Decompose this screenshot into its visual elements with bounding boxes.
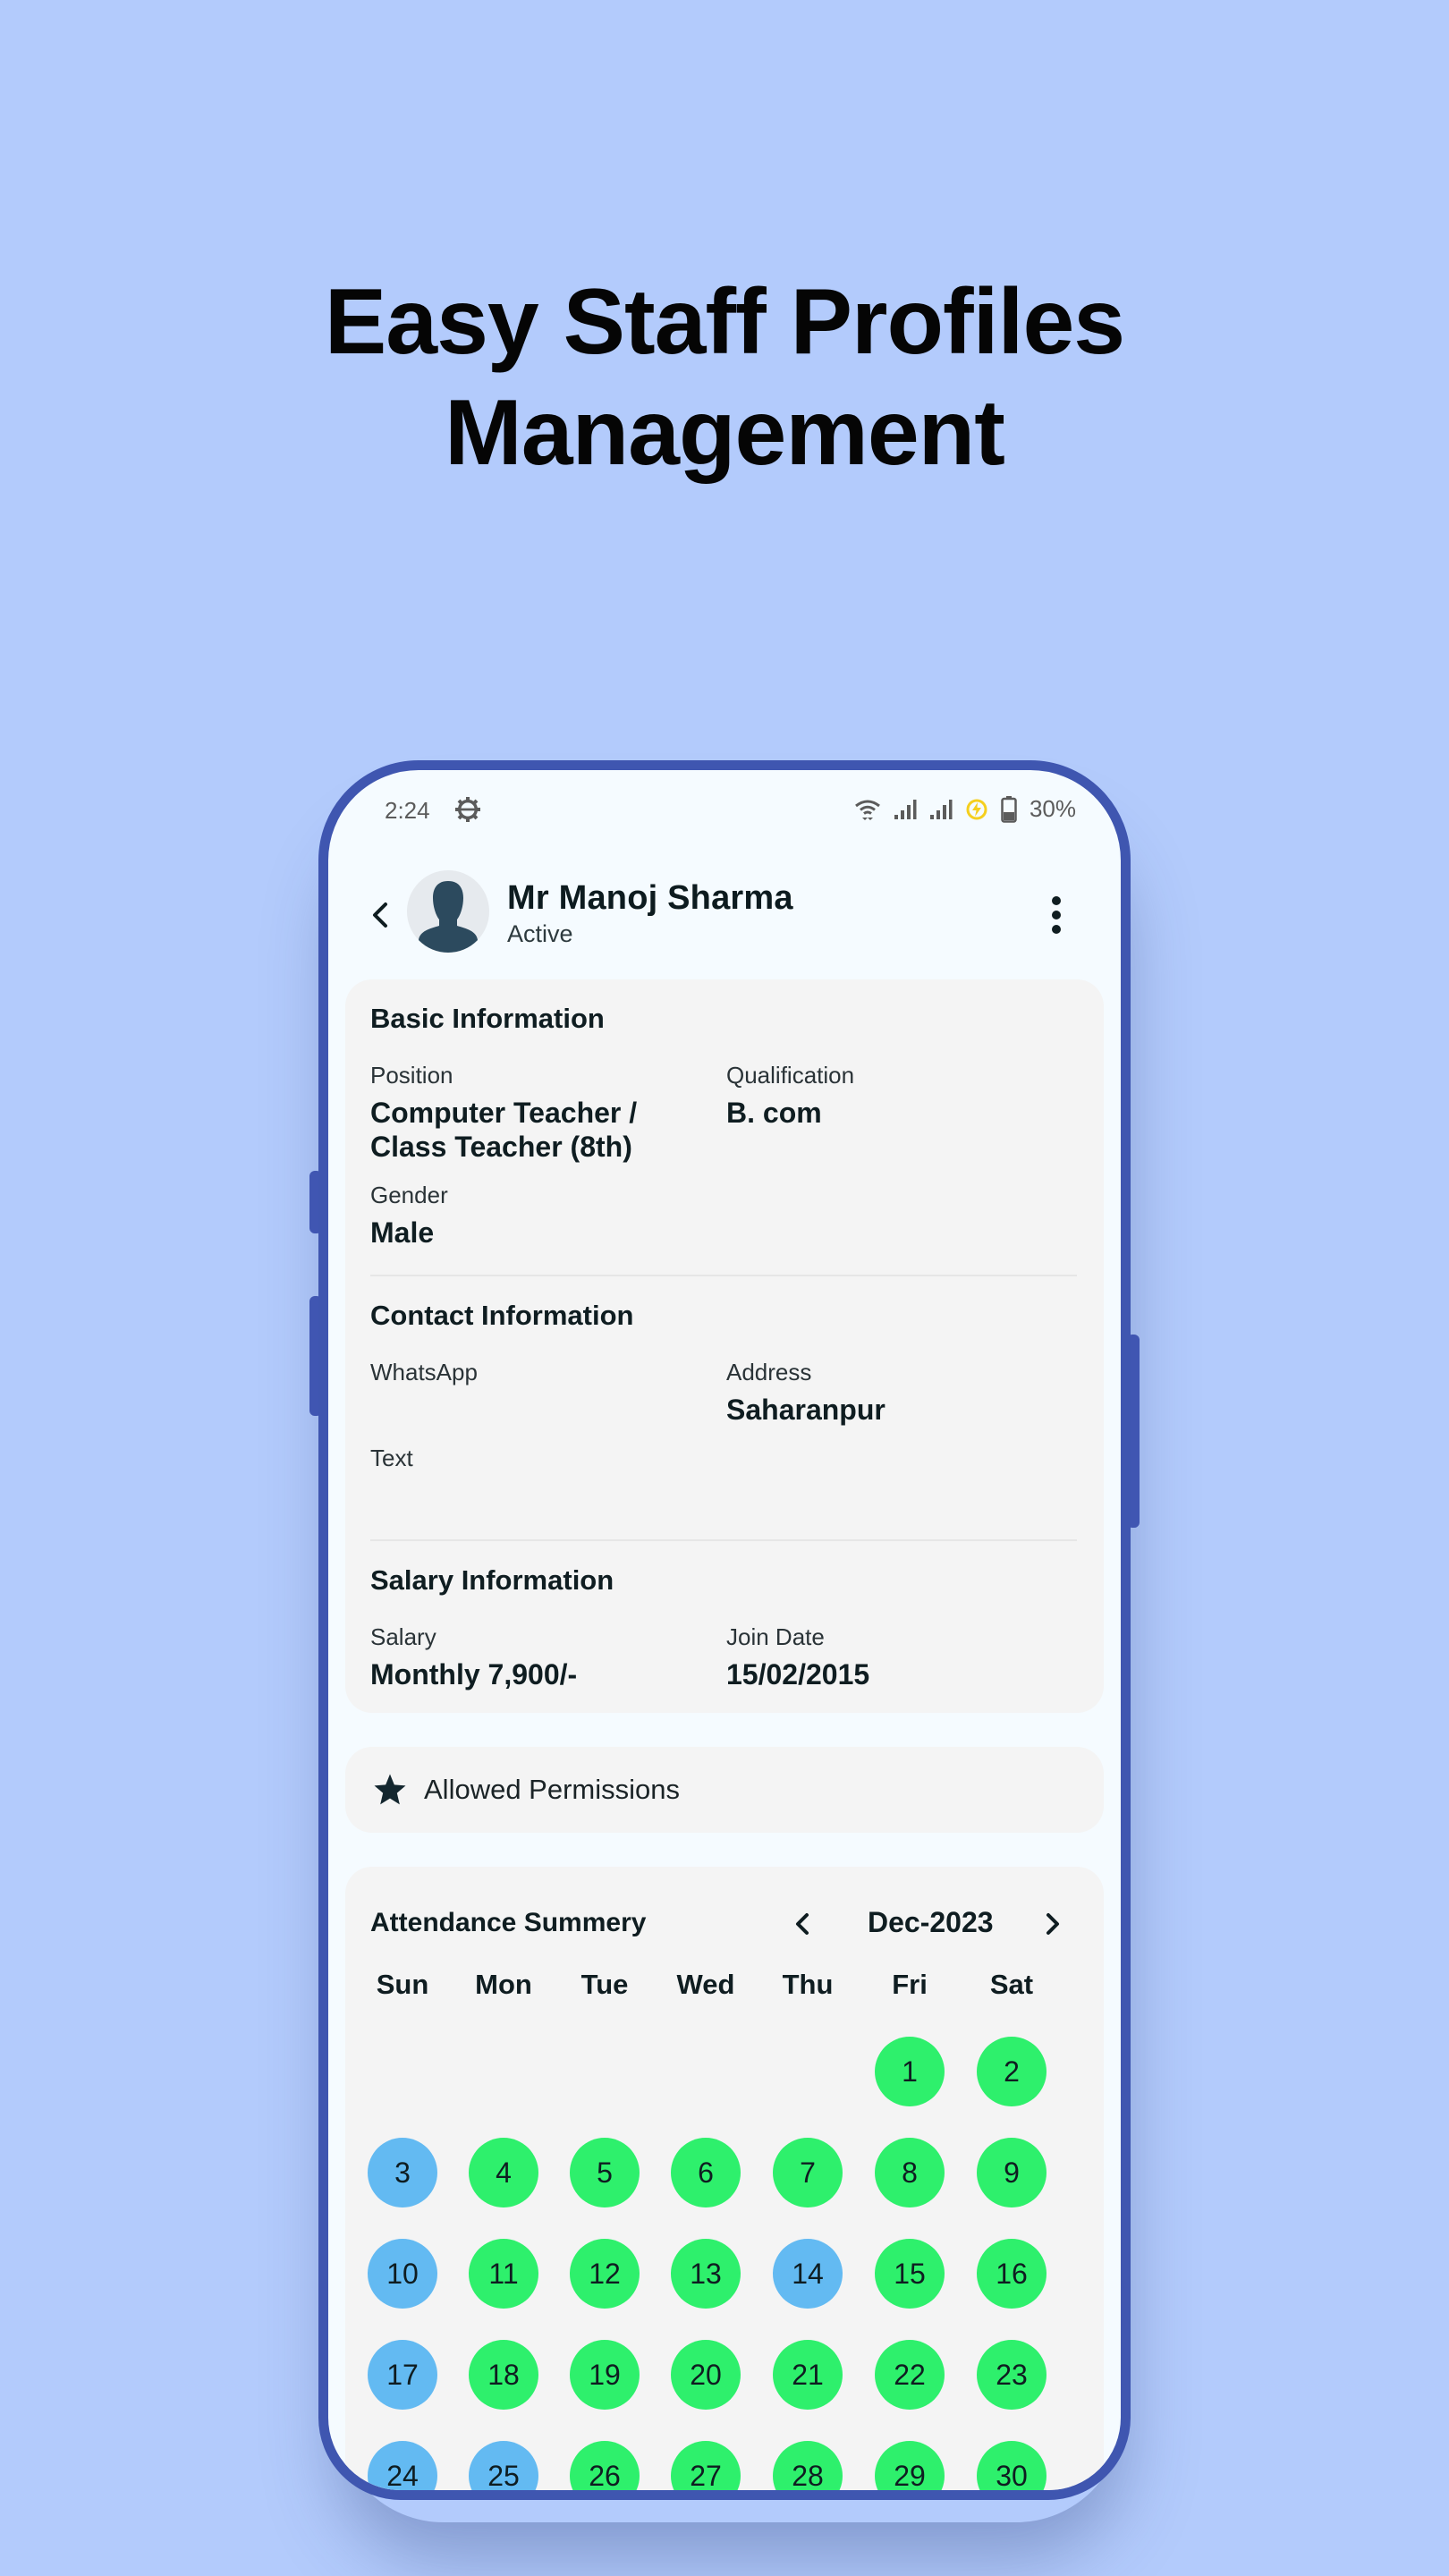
calendar-day-present[interactable]: 2 [977, 2037, 1046, 2106]
calendar-day-present[interactable]: 22 [875, 2340, 945, 2410]
app-screen: 2:24 30% Mr Manoj Sharma Active Basic In… [328, 770, 1121, 2490]
phone-frame: 2:24 30% Mr Manoj Sharma Active Basic In… [318, 760, 1131, 2500]
weekday-tue: Tue [580, 1969, 629, 2000]
attendance-summary-card: Attendance Summery Dec-2023 Sun Mon Tue Wed… [345, 1867, 1104, 2490]
calendar-day-present[interactable]: 16 [977, 2239, 1046, 2309]
avatar[interactable] [407, 870, 489, 953]
person-silhouette-icon [419, 881, 478, 953]
battery-percent: 30% [1029, 795, 1076, 822]
calendar-day-holiday[interactable]: 17 [368, 2340, 437, 2410]
promo-headline: Easy Staff Profiles Management [0, 267, 1449, 488]
current-month: Dec-2023 [868, 1906, 994, 1938]
calendar-day-present[interactable]: 1 [875, 2037, 945, 2106]
calendar-day-holiday[interactable]: 3 [368, 2138, 437, 2207]
app-bar: Mr Manoj Sharma Active [328, 869, 1121, 958]
text-label: Text [370, 1445, 413, 1471]
weekday-wed: Wed [676, 1969, 735, 2000]
calendar-day-present[interactable]: 5 [570, 2138, 640, 2207]
calendar-day-present[interactable]: 13 [671, 2239, 741, 2309]
weekday-sun: Sun [376, 1969, 429, 2000]
star-icon [374, 1774, 406, 1805]
allowed-permissions-label: Allowed Permissions [424, 1774, 680, 1805]
calendar-day-holiday[interactable]: 14 [773, 2239, 843, 2309]
staff-status: Active [507, 920, 573, 947]
gear-icon [455, 797, 480, 822]
signal-icon [894, 799, 917, 819]
gender-value: Male [370, 1216, 435, 1249]
salary-info-title: Salary Information [370, 1564, 614, 1596]
staff-info-card: Basic Information Position Computer Teac… [345, 979, 1104, 1713]
calendar-day-present[interactable]: 23 [977, 2340, 1046, 2410]
weekday-sat: Sat [989, 1969, 1034, 2000]
headline-line-2: Management [445, 381, 1005, 485]
address-value: Saharanpur [726, 1394, 886, 1426]
position-value: Computer Teacher / Class Teacher (8th) [370, 1096, 637, 1164]
calendar-day-holiday[interactable]: 10 [368, 2239, 437, 2309]
calendar-day-present[interactable]: 19 [570, 2340, 640, 2410]
weekday-mon: Mon [475, 1969, 532, 2000]
calendar-day-present[interactable]: 30 [977, 2441, 1046, 2490]
weekday-thu: Thu [782, 1969, 834, 2000]
basic-info-title: Basic Information [370, 1003, 605, 1034]
position-label: Position [370, 1062, 453, 1089]
calendar-day-present[interactable]: 4 [469, 2138, 538, 2207]
signal-icon-2 [929, 799, 953, 819]
status-icons: 30% [854, 795, 1076, 823]
section-divider [370, 1539, 1077, 1541]
headline-line-1: Easy Staff Profiles [324, 270, 1125, 374]
power-saving-icon [966, 799, 987, 819]
position-value-line-1: Computer Teacher / [370, 1097, 638, 1129]
salary-value: Monthly 7,900/- [370, 1658, 578, 1690]
next-month-icon[interactable] [1039, 1906, 1066, 1942]
allowed-permissions-button[interactable]: Allowed Permissions [345, 1747, 1104, 1833]
calendar-day-present[interactable]: 28 [773, 2441, 843, 2490]
calendar-day-present[interactable]: 26 [570, 2441, 640, 2490]
calendar-day-present[interactable]: 20 [671, 2340, 741, 2410]
staff-name: Mr Manoj Sharma [507, 879, 793, 917]
status-time: 2:24 [385, 797, 430, 824]
back-arrow-icon[interactable] [362, 897, 398, 933]
calendar-day-present[interactable]: 12 [570, 2239, 640, 2309]
contact-info-title: Contact Information [370, 1300, 634, 1331]
calendar-day-present[interactable]: 8 [875, 2138, 945, 2207]
attendance-title: Attendance Summery [370, 1908, 647, 1937]
calendar-day-present[interactable]: 29 [875, 2441, 945, 2490]
calendar-day-present[interactable]: 18 [469, 2340, 538, 2410]
whatsapp-label: WhatsApp [370, 1359, 478, 1385]
calendar-day-present[interactable]: 9 [977, 2138, 1046, 2207]
qualification-label: Qualification [726, 1062, 855, 1089]
gender-label: Gender [370, 1182, 448, 1208]
wifi-icon [855, 800, 880, 820]
calendar-day-holiday[interactable]: 24 [368, 2441, 437, 2490]
more-options-icon[interactable] [1046, 892, 1067, 938]
calendar-day-present[interactable]: 6 [671, 2138, 741, 2207]
join-date-value: 15/02/2015 [726, 1658, 870, 1690]
address-label: Address [726, 1359, 812, 1385]
calendar-day-present[interactable]: 11 [469, 2239, 538, 2309]
calendar-day-present[interactable]: 27 [671, 2441, 741, 2490]
calendar-day-present[interactable]: 7 [773, 2138, 843, 2207]
battery-icon [1001, 795, 1017, 823]
calendar-day-present[interactable]: 21 [773, 2340, 843, 2410]
status-bar: 2:24 30% [328, 790, 1121, 835]
section-divider [370, 1275, 1077, 1276]
weekday-fri: Fri [892, 1969, 928, 2000]
position-value-line-2: Class Teacher (8th) [370, 1131, 632, 1163]
calendar-day-present[interactable]: 15 [875, 2239, 945, 2309]
previous-month-icon[interactable] [789, 1906, 816, 1942]
salary-label: Salary [370, 1623, 436, 1650]
qualification-value: B. com [726, 1097, 822, 1129]
calendar-day-holiday[interactable]: 25 [469, 2441, 538, 2490]
join-date-label: Join Date [726, 1623, 825, 1650]
